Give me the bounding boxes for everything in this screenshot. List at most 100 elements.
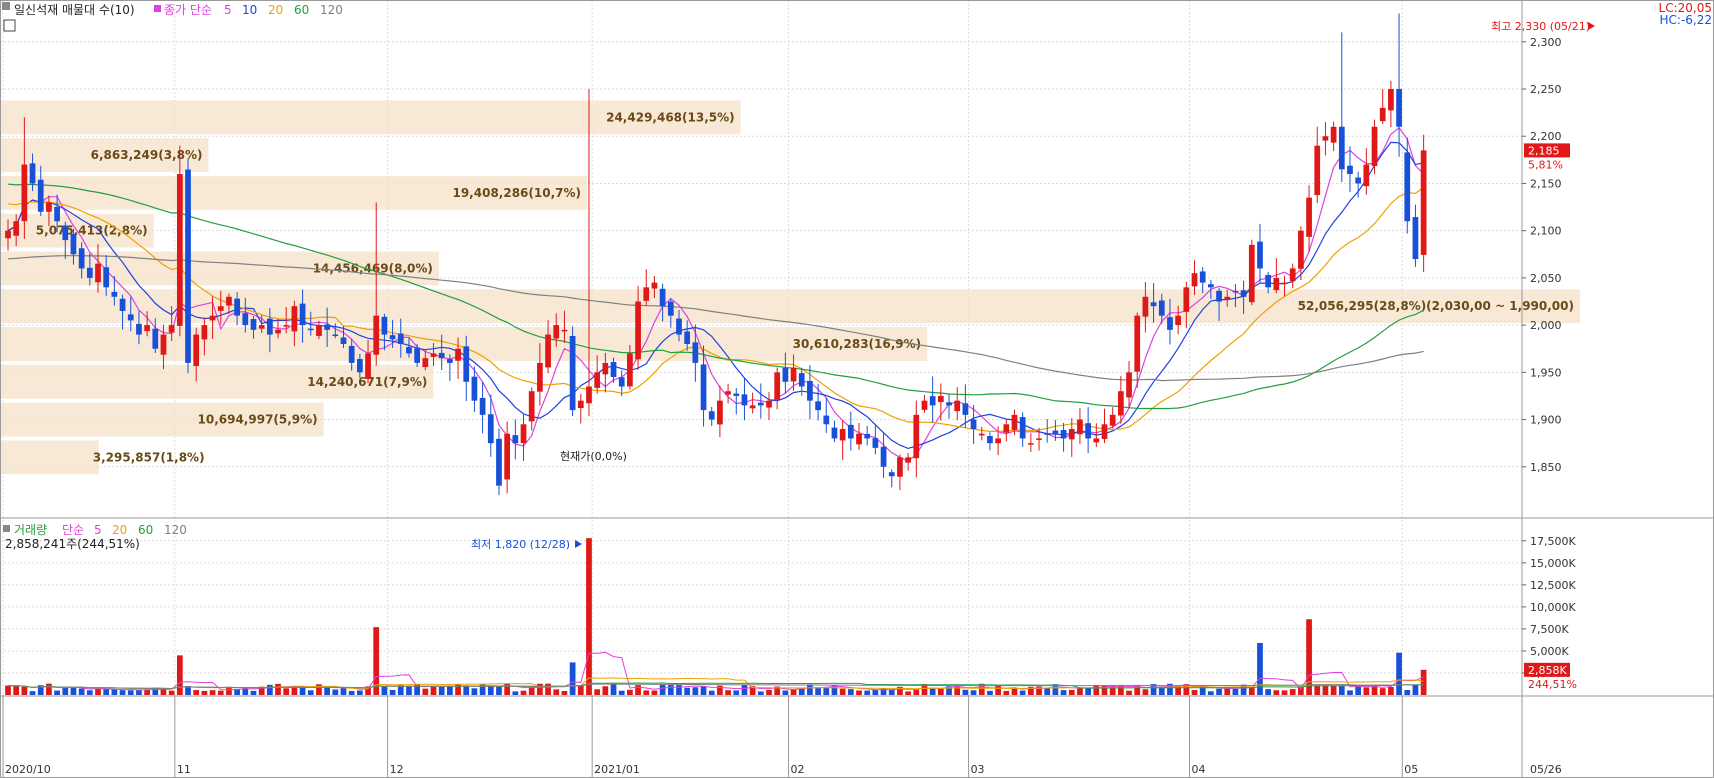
- candle-body: [397, 333, 404, 344]
- candle-body: [1126, 372, 1132, 398]
- candle-body: [422, 358, 429, 368]
- volume-bar: [1363, 687, 1370, 695]
- candle-body: [316, 325, 322, 336]
- price-tick-label: 1,850: [1530, 461, 1562, 474]
- legend-box-icon: [2, 2, 10, 10]
- candle-body: [13, 221, 20, 236]
- candle-body: [733, 393, 740, 396]
- candle-body: [905, 457, 911, 463]
- candle-body: [1257, 241, 1263, 269]
- volume-bar: [78, 688, 85, 695]
- volume-bar: [692, 687, 699, 695]
- candle-body: [348, 345, 355, 363]
- volume-bar: [250, 690, 257, 695]
- candle-body: [373, 315, 380, 355]
- candle-body: [561, 329, 568, 332]
- volume-legend-ma-item: 5: [94, 523, 102, 537]
- candle-body: [635, 301, 641, 360]
- volume-tick-label: 17,500K: [1530, 535, 1576, 548]
- candle-body: [136, 323, 142, 335]
- volume-bar: [356, 690, 363, 695]
- date-label: 2020/10: [5, 763, 51, 776]
- candle-body: [1199, 271, 1206, 283]
- volume-bar: [1060, 690, 1067, 695]
- volume-bar: [438, 686, 445, 695]
- volume-bar: [324, 687, 330, 695]
- candle-body: [29, 163, 36, 184]
- candle-body: [46, 202, 52, 212]
- volume-bar: [62, 687, 69, 695]
- candle-body: [299, 303, 306, 326]
- candle-body: [275, 329, 281, 334]
- candle-body: [1281, 282, 1288, 285]
- date-label: 04: [1192, 763, 1206, 776]
- low-annotation: 최저 1,820 (12/28): [471, 538, 570, 551]
- candle-body: [610, 361, 617, 378]
- candle-body: [1404, 152, 1411, 222]
- candle-body: [356, 359, 363, 373]
- candle-body: [471, 376, 478, 401]
- candle-body: [839, 429, 846, 441]
- volume-bar: [1085, 688, 1091, 695]
- price-tick-label: 2,000: [1530, 319, 1562, 332]
- volume-bar: [545, 683, 551, 695]
- volume-bar: [594, 689, 601, 695]
- candle-body: [512, 435, 519, 444]
- candle-body: [1044, 433, 1051, 435]
- volume-profile-label: 24,429,468(13,5%): [606, 110, 735, 124]
- candle-body: [962, 403, 969, 415]
- candle-body: [144, 325, 150, 332]
- candle-body: [1248, 244, 1255, 303]
- candle-body: [1306, 197, 1312, 237]
- candle-body: [537, 362, 543, 392]
- candle-body: [414, 348, 421, 363]
- candle-body: [95, 263, 101, 283]
- volume-bar: [201, 690, 208, 695]
- candle-body: [1011, 414, 1018, 430]
- candle-body: [741, 394, 748, 406]
- candle-body: [226, 296, 232, 306]
- candle-body: [659, 288, 666, 307]
- candle-body: [1191, 273, 1198, 287]
- volume-bar: [5, 685, 11, 695]
- current-volume-pct-label: 244,51%: [1528, 678, 1577, 691]
- candle-body: [766, 400, 772, 408]
- candle-body: [807, 380, 813, 401]
- volume-profile-label: 19,408,286(10,7%): [452, 186, 581, 200]
- candle-body: [790, 367, 797, 382]
- current-price-label: 2,185: [1528, 144, 1560, 157]
- legend-marker-icon: [154, 5, 161, 12]
- volume-bar: [1216, 688, 1222, 695]
- price-tick-label: 1,950: [1530, 366, 1562, 379]
- candle-body: [1208, 284, 1214, 288]
- volume-bar: [119, 690, 126, 695]
- candle-body: [389, 335, 396, 340]
- volume-bar: [127, 690, 134, 695]
- date-label: 02: [791, 763, 805, 776]
- volume-bar: [1412, 684, 1419, 695]
- candle-body: [1101, 424, 1108, 440]
- volume-tick-label: 7,500K: [1530, 623, 1569, 636]
- stock-chart[interactable]: 24,429,468(13,5%) 6,863,249(3,8%) 19,408,2…: [0, 0, 1714, 778]
- volume-profile-bar: [0, 440, 99, 475]
- candle-body: [1298, 230, 1304, 269]
- current-change-label: 5,81%: [1528, 158, 1563, 171]
- volume-bar: [569, 662, 576, 695]
- candle-body: [627, 353, 633, 387]
- date-label: 11: [177, 763, 191, 776]
- candle-body: [479, 397, 486, 415]
- volume-bar: [520, 690, 527, 695]
- candle-body: [749, 405, 756, 409]
- volume-bar: [847, 689, 854, 695]
- volume-bar: [1208, 691, 1214, 695]
- price-tick-label: 2,200: [1530, 130, 1562, 143]
- candle-body: [978, 433, 985, 436]
- volume-bar: [86, 690, 93, 695]
- volume-bar: [1306, 619, 1312, 695]
- candle-body: [823, 415, 830, 425]
- candle-body: [5, 230, 11, 239]
- candle-body: [946, 402, 952, 406]
- volume-legend-icon: [3, 525, 10, 532]
- volume-bar: [1093, 685, 1100, 695]
- candle-body: [209, 315, 216, 321]
